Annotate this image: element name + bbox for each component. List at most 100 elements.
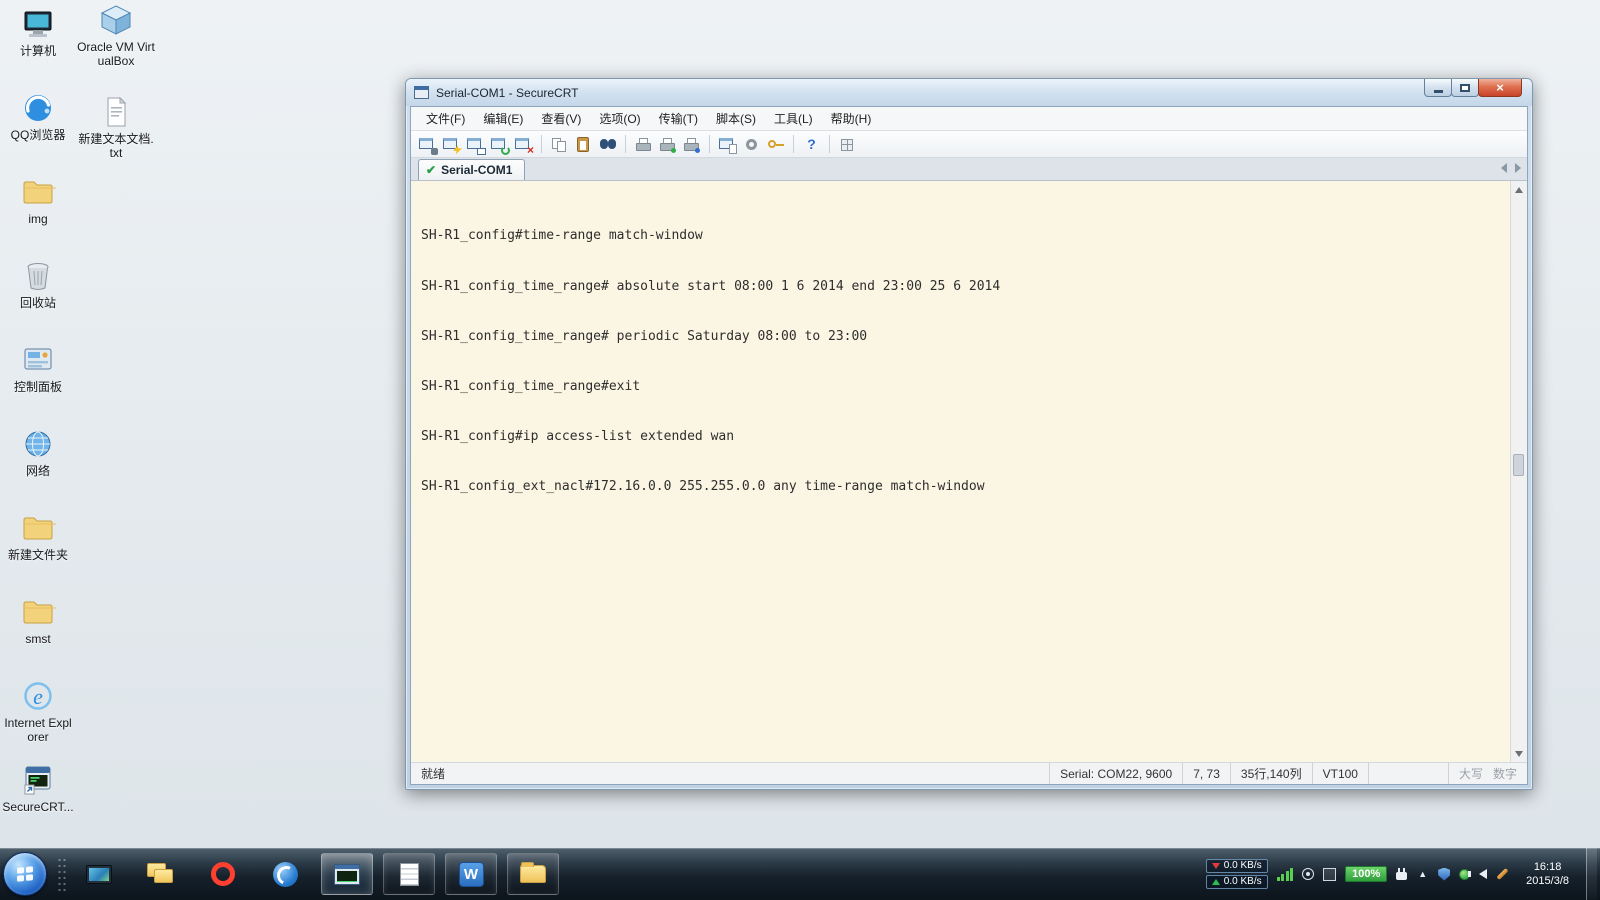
reconnect-icon[interactable] xyxy=(488,134,511,155)
desktop-icon-label: QQ浏览器 xyxy=(10,128,66,142)
copy-icon[interactable] xyxy=(548,134,571,155)
quick-connect-icon[interactable] xyxy=(440,134,463,155)
taskbar: W 0.0 KB/s 0.0 KB/s 100% ▲ 16:18 2015/3/… xyxy=(0,848,1600,900)
taskbar-app-w[interactable]: W xyxy=(445,853,497,895)
print-preview-icon[interactable] xyxy=(680,134,703,155)
global-options-icon[interactable] xyxy=(740,134,763,155)
desktop-icon-qq-browser[interactable]: QQ浏览器 xyxy=(2,90,74,164)
taskbar-app-browser[interactable] xyxy=(259,853,311,895)
terminal-line: SH-R1_config_time_range#exit xyxy=(421,378,641,394)
status-emulation: VT100 xyxy=(1311,763,1368,784)
terminal-line: SH-R1_config_time_range# periodic Saturd… xyxy=(421,328,868,344)
start-button[interactable] xyxy=(3,852,47,896)
desktop-icon-column-1: 计算机 QQ浏览器 img 回收站 控制面板 网络 新建文件夹 smst e I… xyxy=(2,6,74,836)
menu-transfer[interactable]: 传输(T) xyxy=(650,107,707,130)
session-manager-icon[interactable] xyxy=(836,134,859,155)
taskbar-app-computer[interactable] xyxy=(73,853,125,895)
close-button[interactable]: × xyxy=(1478,79,1522,97)
menu-script[interactable]: 脚本(S) xyxy=(707,107,765,130)
window-app-icon xyxy=(414,86,429,99)
menu-help[interactable]: 帮助(H) xyxy=(822,107,881,130)
computer-app-icon xyxy=(86,864,112,884)
tab-scroll-left-icon[interactable] xyxy=(1501,163,1507,173)
print-icon[interactable] xyxy=(632,134,655,155)
minimize-button[interactable] xyxy=(1424,79,1452,97)
desktop-icon-label: 网络 xyxy=(25,464,50,478)
taskbar-app-folders[interactable] xyxy=(135,853,187,895)
desktop-icon-network[interactable]: 网络 xyxy=(2,426,74,500)
status-cursor-position: 7, 73 xyxy=(1182,763,1230,784)
taskbar-clock[interactable]: 16:18 2015/3/8 xyxy=(1518,860,1577,888)
desktop-icon-new-folder[interactable]: 新建文件夹 xyxy=(2,510,74,584)
session-tab-serial-com1[interactable]: ✔ Serial-COM1 xyxy=(418,159,526,180)
folders-app-icon xyxy=(147,863,175,885)
battery-indicator[interactable]: 100% xyxy=(1345,866,1388,882)
tab-scroll-right-icon[interactable] xyxy=(1515,163,1521,173)
desktop-icon-securecrt[interactable]: SecureCRT... xyxy=(2,762,74,836)
terminal-area[interactable]: SH-R1_config#time-range match-window SH-… xyxy=(411,181,1527,762)
desktop-icon-label: 计算机 xyxy=(19,44,56,58)
menu-edit[interactable]: 编辑(E) xyxy=(474,107,532,130)
maximize-icon xyxy=(1460,83,1470,92)
window-titlebar[interactable]: Serial-COM1 - SecureCRT × xyxy=(406,79,1532,106)
connect-icon[interactable] xyxy=(416,134,439,155)
show-hidden-icons-button[interactable]: ▲ xyxy=(1416,869,1429,879)
desktop-icon-virtualbox[interactable]: Oracle VM VirtualBox xyxy=(76,2,156,88)
input-indicator-icon[interactable] xyxy=(1323,867,1337,881)
vertical-scrollbar[interactable] xyxy=(1510,181,1527,762)
power-plug-icon[interactable] xyxy=(1396,868,1408,880)
taskbar-app-explorer[interactable] xyxy=(507,853,559,895)
scrollbar-thumb[interactable] xyxy=(1513,454,1524,477)
terminal-line: SH-R1_config_time_range# absolute start … xyxy=(421,278,1001,294)
download-arrow-icon xyxy=(1211,863,1220,869)
desktop-icon-internet-explorer[interactable]: e Internet Explorer xyxy=(2,678,74,752)
connected-check-icon: ✔ xyxy=(426,163,437,177)
terminal-line: SH-R1_config_ext_nacl#172.16.0.0 255.255… xyxy=(421,478,985,494)
security-tray-icon[interactable] xyxy=(1438,867,1451,881)
properties-icon[interactable] xyxy=(716,134,739,155)
download-speed-value: 0.0 KB/s xyxy=(1223,860,1262,871)
taskbar-app-opera[interactable] xyxy=(197,853,249,895)
print-setup-icon[interactable] xyxy=(656,134,679,155)
show-desktop-button[interactable] xyxy=(1586,848,1597,900)
network-speed-widget[interactable]: 0.0 KB/s 0.0 KB/s xyxy=(1205,859,1268,889)
desktop-icon-label: 回收站 xyxy=(19,296,56,310)
keymap-icon[interactable] xyxy=(764,134,787,155)
status-bar: 就绪 Serial: COM22, 9600 7, 73 35行,140列 VT… xyxy=(411,762,1527,784)
desktop-icon-new-text-document[interactable]: 新建文本文档.txt xyxy=(76,94,156,180)
taskbar-app-securecrt[interactable] xyxy=(321,853,373,895)
paste-icon[interactable] xyxy=(572,134,595,155)
scroll-down-icon xyxy=(1515,750,1523,757)
status-serial: Serial: COM22, 9600 xyxy=(1049,763,1182,784)
terminal-output: SH-R1_config#time-range match-window SH-… xyxy=(421,195,1000,529)
menu-tools[interactable]: 工具(L) xyxy=(765,107,822,130)
securecrt-icon xyxy=(19,762,57,798)
menu-view[interactable]: 查看(V) xyxy=(532,107,590,130)
desktop-icon-control-panel[interactable]: 控制面板 xyxy=(2,342,74,416)
menu-options[interactable]: 选项(O) xyxy=(590,107,649,130)
taskbar-app-notepad[interactable] xyxy=(383,853,435,895)
wireless-icon[interactable] xyxy=(1302,868,1315,880)
scroll-up-arrow[interactable] xyxy=(1511,181,1527,198)
status-caps: 大写 xyxy=(1458,767,1483,781)
desktop-icon-computer[interactable]: 计算机 xyxy=(2,6,74,80)
disconnect-icon[interactable]: × xyxy=(512,134,535,156)
connect-in-tab-icon[interactable] xyxy=(464,134,487,155)
securecrt-window: Serial-COM1 - SecureCRT × 文件(F) 编辑(E) 查看… xyxy=(405,78,1533,790)
status-spacer xyxy=(1367,763,1448,784)
desktop-icon-smst[interactable]: smst xyxy=(2,594,74,668)
volume-icon[interactable] xyxy=(1468,869,1488,879)
network-signal-icon[interactable] xyxy=(1276,867,1294,881)
desktop-icon-recycle-bin[interactable]: 回收站 xyxy=(2,258,74,332)
tab-scroll-arrows xyxy=(1501,163,1521,173)
upload-arrow-icon xyxy=(1211,879,1220,885)
pen-tray-icon[interactable] xyxy=(1496,867,1509,881)
find-icon[interactable] xyxy=(596,134,619,155)
taskbar-grip xyxy=(57,857,67,891)
folder-icon xyxy=(19,174,57,210)
menu-file[interactable]: 文件(F) xyxy=(417,107,474,130)
desktop-icon-img-folder[interactable]: img xyxy=(2,174,74,248)
maximize-button[interactable] xyxy=(1451,79,1479,97)
help-icon[interactable]: ? xyxy=(800,134,823,155)
scroll-down-arrow[interactable] xyxy=(1511,745,1527,762)
